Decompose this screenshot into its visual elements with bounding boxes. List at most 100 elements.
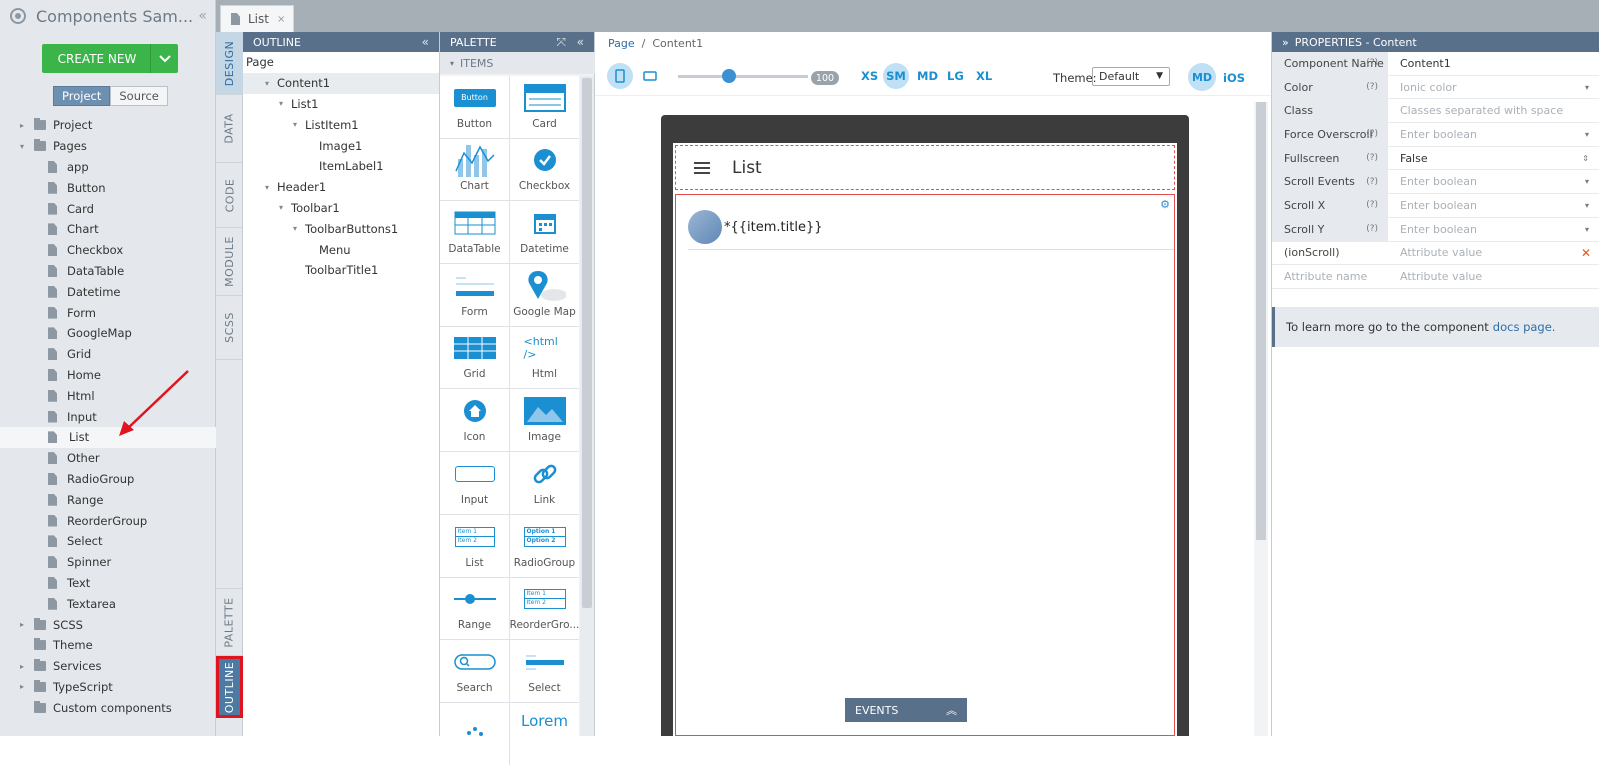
palette-item-search[interactable]: Search [440,640,509,702]
expand-panel-icon[interactable]: » [1282,36,1289,49]
tab-data[interactable]: DATA [216,95,243,163]
avatar[interactable] [688,210,722,244]
tree-item[interactable]: ▸ Services [0,656,216,677]
item-label[interactable]: *{{item.title}} [724,220,823,235]
palette-scrollbar[interactable] [580,76,594,736]
tree-item[interactable]: Text [0,573,216,594]
outline-toggle-icon[interactable]: ▾ [279,99,291,108]
tree-item[interactable]: RadioGroup [0,469,216,490]
property-value-input[interactable]: Enter boolean [1388,128,1599,141]
palette-item-image[interactable]: Image [510,389,579,452]
outline-item[interactable]: Menu [243,239,439,260]
outline-item[interactable]: ▾ Header1 [243,177,439,198]
create-new-button[interactable]: CREATE NEW [42,44,178,73]
palette-item-checkbox[interactable]: Checkbox [510,138,579,201]
collapse-panel-icon[interactable]: « [198,8,207,24]
editor-tab-list[interactable]: List × [220,5,294,32]
tree-item[interactable]: Theme [0,635,216,656]
property-value-input[interactable]: Attribute value [1388,246,1599,259]
tree-item[interactable]: Chart [0,219,216,240]
help-icon[interactable]: (?) [1366,153,1378,163]
zoom-slider-handle[interactable] [722,69,736,83]
help-icon[interactable]: (?) [1366,177,1378,187]
outline-toggle-icon[interactable]: ▾ [279,203,291,212]
collapse-palette-icon[interactable]: « [577,35,584,49]
outline-toggle-icon[interactable]: ▾ [265,79,277,88]
tree-item[interactable]: Select [0,531,216,552]
tab-design[interactable]: DESIGN [216,32,243,95]
tree-item[interactable]: Range [0,489,216,510]
help-icon[interactable]: (?) [1366,200,1378,210]
tab-module[interactable]: MODULE [216,228,243,296]
dropdown-arrow-icon[interactable]: ▾ [1585,225,1589,234]
tree-item[interactable]: Card [0,198,216,219]
tree-item[interactable]: ▸ Project [0,115,216,136]
app-gear-icon[interactable] [10,8,26,24]
tree-item[interactable]: ▾ Pages [0,136,216,157]
palette-item-icon[interactable]: Icon [440,389,509,452]
property-value-input[interactable]: Content1 [1388,57,1599,70]
tablet-device-icon[interactable] [637,63,663,89]
outline-item[interactable]: ToolbarTitle1 [243,260,439,281]
palette-item-datetime[interactable]: Datetime [510,201,579,264]
docs-link[interactable]: docs page. [1493,320,1556,334]
menu-icon[interactable] [694,161,710,174]
scrollbar-thumb[interactable] [582,78,592,608]
collapse-outline-icon[interactable]: « [422,35,429,49]
palette-item-list[interactable]: Item 1 Item 2 List [440,514,509,577]
breakpoint-sm[interactable]: SM [883,63,909,89]
outline-item[interactable]: ▾ Content1 [243,72,439,94]
breakpoint-xl[interactable]: XL [976,69,992,83]
breakpoint-lg[interactable]: LG [947,69,964,83]
palette-item-form[interactable]: Form [440,264,509,326]
property-value-input[interactable]: Enter boolean [1388,175,1599,188]
palette-item-card[interactable]: Card [510,76,579,138]
property-value-input[interactable]: Attribute value [1388,270,1599,283]
tree-toggle-icon[interactable]: ▸ [20,620,30,629]
tree-item[interactable]: app [0,157,216,178]
chevron-down-icon[interactable] [150,44,178,73]
help-icon[interactable]: (?) [1366,82,1378,92]
dropdown-arrow-icon[interactable]: ▾ [1585,130,1589,139]
palette-item-grid[interactable]: Grid [440,326,509,389]
palette-item-google-map[interactable]: Google Map [510,264,579,326]
property-value-input[interactable]: Classes separated with space [1388,104,1599,117]
property-value-input[interactable]: Ionic color [1388,81,1599,94]
tree-item[interactable]: Checkbox [0,240,216,261]
tab-scss[interactable]: SCSS [216,296,243,360]
dropdown-arrow-icon[interactable]: ▾ [1585,201,1589,210]
tab-outline[interactable]: OUTLINE [216,656,243,718]
outline-item[interactable]: Image1 [243,135,439,156]
tab-source[interactable]: Source [110,86,168,106]
tree-item[interactable]: Spinner [0,552,216,573]
palette-item-button[interactable]: Button Button [440,76,509,138]
phone-device-icon[interactable] [607,63,633,89]
theme-select[interactable]: Default ▼ [1092,67,1170,86]
tree-item[interactable]: ReorderGroup [0,510,216,531]
tree-item[interactable]: Datetime [0,281,216,302]
tree-item[interactable]: Button [0,177,216,198]
property-value-input[interactable]: Enter boolean [1388,223,1599,236]
palette-item-link[interactable]: Link [510,452,579,514]
tab-code[interactable]: CODE [216,163,243,228]
content-area[interactable]: ⚙ *{{item.title}} [675,194,1175,736]
tab-palette[interactable]: PALETTE [216,588,243,656]
outline-toggle-icon[interactable]: ▾ [265,183,277,192]
outline-item[interactable]: ▾ ListItem1 [243,114,439,135]
tree-item[interactable]: Custom components [0,697,216,718]
zoom-slider[interactable] [678,75,808,78]
close-icon[interactable]: × [277,14,285,25]
tree-item[interactable]: DataTable [0,261,216,282]
palette-item-partial[interactable] [440,702,509,765]
outline-item[interactable]: ▾ Toolbar1 [243,198,439,219]
outline-toggle-icon[interactable]: ▾ [293,120,305,129]
page-header[interactable]: List [675,145,1175,190]
breakpoint-xs[interactable]: XS [861,69,878,83]
tree-toggle-icon[interactable]: ▾ [20,142,30,151]
property-value-input[interactable]: False [1388,152,1599,165]
list-item[interactable]: *{{item.title}} [688,205,1174,250]
tree-item[interactable]: Other [0,448,216,469]
palette-item-text[interactable]: Lorem [510,702,579,765]
dropdown-arrow-icon[interactable]: ▾ [1585,83,1589,92]
tree-item[interactable]: GoogleMap [0,323,216,344]
